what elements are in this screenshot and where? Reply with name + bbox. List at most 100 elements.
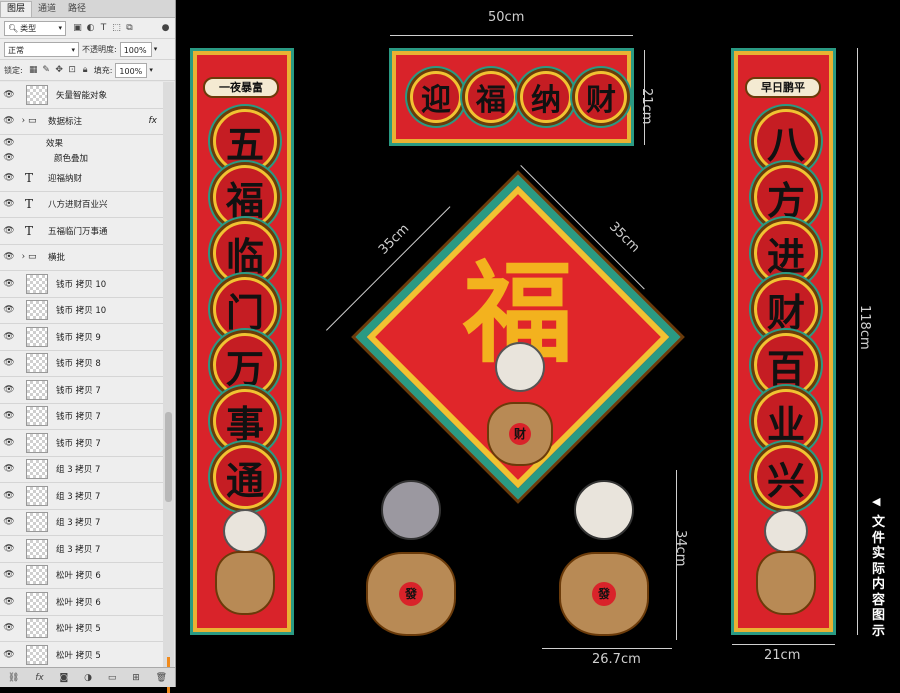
visibility-eye-icon[interactable]: 👁︎ [0, 411, 18, 421]
visibility-eye-icon[interactable]: 👁︎ [0, 90, 18, 100]
layer-name[interactable]: 钱币 拷贝 8 [56, 357, 101, 369]
chevron-down-icon[interactable]: ▾ [149, 66, 153, 74]
layer-name[interactable]: 钱币 拷贝 7 [56, 384, 101, 396]
horizontal-banner[interactable]: 迎福纳财 [389, 48, 634, 146]
layer-row[interactable]: 👁︎ 松叶 拷贝 5 [0, 615, 163, 642]
opacity-input[interactable]: 100% [119, 41, 152, 57]
layer-name[interactable]: 五福临门万事通 [48, 225, 108, 237]
layer-name[interactable]: 数据标注 [48, 115, 82, 127]
layer-row[interactable]: 👁︎ 钱币 拷贝 9 [0, 324, 163, 351]
visibility-eye-icon[interactable]: 👁︎ [0, 279, 18, 289]
visibility-eye-icon[interactable]: 👁︎ [0, 517, 18, 527]
visibility-eye-icon[interactable]: 👁︎ [0, 305, 18, 315]
tab-paths[interactable]: 路径 [62, 2, 92, 17]
layer-row[interactable]: 👁︎ 矢量智能对象 [0, 82, 163, 109]
layer-row[interactable]: 👁︎ 松叶 拷贝 6 [0, 562, 163, 589]
visibility-eye-icon[interactable]: 👁︎ [0, 623, 18, 633]
layer-name[interactable]: 钱币 拷贝 10 [56, 278, 106, 290]
layer-row[interactable]: 👁︎ 组 3 拷贝 7 [0, 509, 163, 536]
layer-row[interactable]: 👁︎ 组 3 拷贝 7 [0, 483, 163, 510]
scrollbar-thumb[interactable] [165, 412, 172, 502]
visibility-eye-icon[interactable]: 👁︎ [0, 544, 18, 554]
fill-input[interactable]: 100% [115, 62, 148, 78]
rabbit-illustration-right[interactable]: 發 [544, 470, 659, 640]
trash-icon[interactable]: 🗑︎ [156, 673, 167, 683]
layer-row[interactable]: 👁︎ 组 3 拷贝 7 [0, 456, 163, 483]
blend-mode-select[interactable]: 正常 ▾ [4, 41, 79, 57]
visibility-eye-icon[interactable]: 👁︎ [0, 597, 18, 607]
mask-icon[interactable]: ◙ [60, 673, 69, 683]
visibility-eye-icon[interactable]: 👁︎ [0, 116, 18, 126]
layer-name[interactable]: 钱币 拷贝 7 [56, 437, 101, 449]
layer-name[interactable]: 组 3 拷贝 7 [56, 543, 100, 555]
layer-row[interactable]: 👁︎ T 迎福纳财 [0, 165, 163, 192]
rabbit-illustration-left[interactable]: 發 [351, 470, 466, 640]
layer-name[interactable]: 八方进财百业兴 [48, 198, 108, 210]
filter-kind-select[interactable]: 🔍︎ 类型 ▾ [4, 20, 66, 36]
visibility-eye-icon[interactable]: 👁︎ [0, 385, 18, 395]
fx-icon[interactable]: fx [35, 673, 44, 683]
layer-name[interactable]: 松叶 拷贝 5 [56, 649, 101, 661]
layer-name[interactable]: 颜色叠加 [54, 152, 88, 164]
layer-row[interactable]: 👁︎ 钱币 拷贝 8 [0, 350, 163, 377]
layer-name[interactable]: 松叶 拷贝 6 [56, 569, 101, 581]
layer-row[interactable]: 👁︎ 松叶 拷贝 6 [0, 589, 163, 616]
layer-scrollbar[interactable] [163, 82, 174, 693]
layer-name[interactable]: 松叶 拷贝 6 [56, 596, 101, 608]
layer-row[interactable]: 👁︎ 颜色叠加 [0, 150, 163, 165]
layer-name[interactable]: 矢量智能对象 [56, 89, 107, 101]
visibility-eye-icon[interactable]: 👁︎ [0, 491, 18, 501]
right-couplet[interactable]: 早日鹏平 八方进财百业兴 [731, 48, 836, 635]
adjustment-icon[interactable]: ◑ [84, 673, 92, 683]
filter-toggle-icon[interactable]: ● [160, 23, 171, 34]
visibility-eye-icon[interactable]: 👁︎ [0, 358, 18, 368]
lock-position-icon[interactable]: ✥ [54, 65, 65, 76]
visibility-eye-icon[interactable]: 👁︎ [0, 226, 18, 236]
layer-row[interactable]: 👁︎ 组 3 拷贝 7 [0, 536, 163, 563]
new-layer-icon[interactable]: ⊞ [132, 673, 140, 683]
chevron-down-icon[interactable]: ▾ [154, 45, 158, 53]
shape-filter-icon[interactable]: ⬚ [111, 23, 122, 34]
lock-pixels-icon[interactable]: ✎ [41, 65, 52, 76]
layer-name[interactable]: 迎福纳财 [48, 172, 82, 184]
smart-object-filter-icon[interactable]: ⧉ [124, 23, 135, 34]
document-canvas[interactable]: 50cm 21cm 迎福纳财 一夜暴富 五福临门万事通 118cm 21cm 早… [176, 0, 900, 687]
tab-channels[interactable]: 通道 [32, 2, 62, 17]
layer-row[interactable]: 👁︎ 钱币 拷贝 10 [0, 297, 163, 324]
layer-row[interactable]: 👁︎ 钱币 拷贝 7 [0, 377, 163, 404]
layer-name[interactable]: 组 3 拷贝 7 [56, 490, 100, 502]
layer-row[interactable]: 👁︎ 钱币 拷贝 10 [0, 271, 163, 298]
left-couplet[interactable]: 一夜暴富 五福临门万事通 [190, 48, 294, 635]
layer-name[interactable]: 效果 [46, 137, 63, 149]
visibility-eye-icon[interactable]: 👁︎ [0, 199, 18, 209]
folder-icon[interactable]: ▭ [108, 673, 117, 683]
text-filter-icon[interactable]: T [98, 23, 109, 34]
visibility-eye-icon[interactable]: 👁︎ [0, 570, 18, 580]
tab-layers[interactable]: 图层 [0, 1, 33, 17]
artboard-lock-icon[interactable]: ⊡ [67, 65, 78, 76]
adjustment-filter-icon[interactable]: ◐ [85, 23, 96, 34]
visibility-eye-icon[interactable]: 👁︎ [0, 173, 18, 183]
layer-name[interactable]: 组 3 拷贝 7 [56, 463, 100, 475]
layer-name[interactable]: 钱币 拷贝 9 [56, 331, 101, 343]
layer-row[interactable]: 👁︎ 效果 [0, 135, 163, 150]
layer-name[interactable]: 钱币 拷贝 10 [56, 304, 106, 316]
layer-name[interactable]: 钱币 拷贝 7 [56, 410, 101, 422]
visibility-eye-icon[interactable]: 👁︎ [0, 332, 18, 342]
fu-diamond[interactable]: 福 财 [353, 172, 683, 502]
link-icon[interactable]: ⛓︎ [8, 673, 19, 683]
layer-row[interactable]: 👁︎ › ▭ 数据标注 fx [0, 108, 163, 135]
layer-row[interactable]: 👁︎ › ▭ 横批 [0, 244, 163, 271]
visibility-eye-icon[interactable]: 👁︎ [0, 153, 18, 163]
layer-row[interactable]: 👁︎ 钱币 拷贝 7 [0, 430, 163, 457]
layer-name[interactable]: 横批 [48, 251, 65, 263]
fx-icon[interactable]: fx [149, 116, 158, 126]
lock-transparency-icon[interactable]: ▦ [28, 65, 39, 76]
layer-row[interactable]: 👁︎ T 八方进财百业兴 [0, 191, 163, 218]
layer-row[interactable]: 👁︎ 松叶 拷贝 5 [0, 642, 163, 668]
visibility-eye-icon[interactable]: 👁︎ [0, 252, 18, 262]
layer-row[interactable]: 👁︎ 钱币 拷贝 7 [0, 403, 163, 430]
layer-name[interactable]: 松叶 拷贝 5 [56, 622, 101, 634]
visibility-eye-icon[interactable]: 👁︎ [0, 650, 18, 660]
layer-row[interactable]: 👁︎ T 五福临门万事通 [0, 218, 163, 245]
